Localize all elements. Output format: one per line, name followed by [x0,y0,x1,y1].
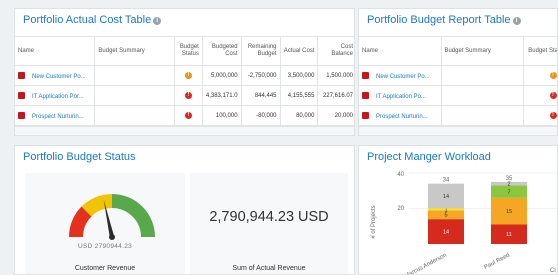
bar-data-label: 14 [443,194,449,200]
critical-status-icon: ! [184,92,192,99]
column-header-budget-summary[interactable]: Budget Summary [440,36,523,66]
column-header-remaining-budget[interactable]: Remaining Budget [240,36,281,66]
bar-data-label: 2 [507,182,510,188]
portfolio-icon [362,111,369,119]
budget-summary-cell [94,85,175,106]
cost-balance-cell: 20,000 [317,105,354,126]
actual-cost-cell: 80,000 [279,105,318,126]
x-category-label: Marcus Anderson [404,252,448,275]
table-row[interactable]: New Customer Po... ! [359,65,557,86]
bar-data-label: 7 [507,190,510,196]
portfolio-icon [362,71,369,79]
budget-summary-cell [440,85,523,106]
gauge-yellow-segment [81,193,113,217]
budget-report-table-panel: Portfolio Budget Report Table i Name Budg… [358,8,558,136]
column-header-budgeted-cost[interactable]: Budgeted Cost [201,36,242,66]
actual-revenue-tile[interactable]: 2,790,944.23 USD Sum of Actual Revenue [190,173,348,274]
portfolio-icon [362,91,369,99]
budgeted-cost-cell: 4,383,171.0 [201,85,242,106]
bar-total-label: 34 [443,178,450,184]
budget-status-title: Portfolio Budget Status [23,151,136,163]
info-icon[interactable]: i [512,17,521,25]
info-icon[interactable]: i [153,17,162,25]
actual-cost-cell: 4,155,555 [279,85,318,106]
bar-data-label: 14 [443,230,449,236]
budget-report-table: Name Budget Summary Budget Status New Cu… [359,36,557,126]
gauge-hub [109,234,115,240]
budget-report-table-title: Portfolio Budget Report Table i [367,14,521,26]
budget-summary-cell [440,105,523,126]
x-category-label: Paul Reed [483,252,511,270]
remaining-budget-cell: -80,000 [240,105,281,126]
x-category-label-cut: Cl [550,268,556,274]
project-link[interactable]: IT Application Por... [32,94,84,100]
y-tick-label: 20 [397,206,404,212]
actual-cost-table-title: Portfolio Actual Cost Table i [23,14,162,26]
budgeted-cost-cell: 100,000 [201,105,242,126]
table-row[interactable]: IT Application Po... ! [359,85,557,106]
column-header-name[interactable]: Name [359,36,441,66]
y-axis-label: # of Projects [371,205,377,238]
warning-status-icon: ! [184,72,192,79]
gauge-tile[interactable]: USD 2790944.23 Customer Revenue [25,173,185,274]
table-row[interactable]: New Customer Po... ! 5,000,000 -2,750,00… [15,65,354,86]
actual-revenue-value: 2,790,944.23 USD [209,209,329,225]
gauge-label: Customer Revenue [74,265,136,272]
remaining-budget-cell: -2,750,000 [240,65,281,86]
workload-chart: # of Projects 40 20 Marcus Anderson Paul… [371,172,557,275]
column-header-budget-summary[interactable]: Budget Summary [94,36,175,66]
portfolio-icon [18,111,25,119]
project-link[interactable]: IT Application Po... [376,94,426,100]
project-link[interactable]: New Customer Po... [376,74,430,80]
actual-cost-table: Name Budget Summary Budget Status Budget… [15,36,354,126]
table-row[interactable]: Prospect Nurturin... ! 100,000 -80,000 8… [15,105,354,126]
budgeted-cost-cell: 5,000,000 [201,65,242,86]
revenue-gauge [68,193,155,240]
table-header-row: Name Budget Summary Budget Status [359,36,557,66]
actual-revenue-label: Sum of Actual Revenue [232,265,306,272]
portfolio-icon [18,71,25,79]
actual-cost-cell: 3,500,000 [279,65,318,86]
table-row[interactable]: Prospect Nurturin... ! [359,105,557,126]
workload-panel: Project Manger Workload # of Projects 40… [358,145,558,275]
budget-summary-cell [94,65,175,86]
budget-summary-cell [440,65,523,86]
bar-data-label: 15 [506,209,512,215]
column-header-budget-status[interactable]: Budget Status [173,36,203,66]
gauge-green-segment [111,194,155,238]
project-link[interactable]: Prospect Nurturin... [376,114,428,120]
bar-data-label: 11 [506,232,512,238]
table-footer [15,126,354,135]
project-link[interactable]: New Customer Po... [32,74,86,80]
project-link[interactable]: Prospect Nurturin... [32,114,84,120]
bar-data-label: 5 [444,213,447,219]
table-row[interactable]: IT Application Por... ! 4,383,171.0 844,… [15,85,354,106]
remaining-budget-cell: 844,445 [240,85,281,106]
bar-total-label: 35 [506,176,513,182]
gauge-value: USD 2790944.23 [77,243,133,250]
gauge-red-segment [68,206,92,238]
budget-summary-cell [94,105,175,126]
column-header-budget-status[interactable]: Budget Status [522,36,557,66]
critical-status-icon: ! [549,92,557,99]
y-tick-label: 40 [397,172,404,178]
portfolio-icon [18,91,25,99]
column-header-cost-balance[interactable]: Cost Balance [317,36,354,66]
actual-cost-table-panel: Portfolio Actual Cost Table i Name Budget… [14,8,355,136]
column-header-name[interactable]: Name [15,36,95,66]
cost-balance-cell: 1,500,000 [317,65,354,86]
budget-status-panel: Portfolio Budget Status USD 2790944.23 C… [14,145,355,275]
critical-status-icon: ! [549,112,557,119]
critical-status-icon: ! [184,112,192,119]
column-header-actual-cost[interactable]: Actual Cost [279,36,318,66]
warning-status-icon: ! [549,72,557,79]
cost-balance-cell: 227,616.07 [317,85,354,106]
table-footer [359,126,557,135]
table-header-row: Name Budget Summary Budget Status Budget… [15,36,354,66]
